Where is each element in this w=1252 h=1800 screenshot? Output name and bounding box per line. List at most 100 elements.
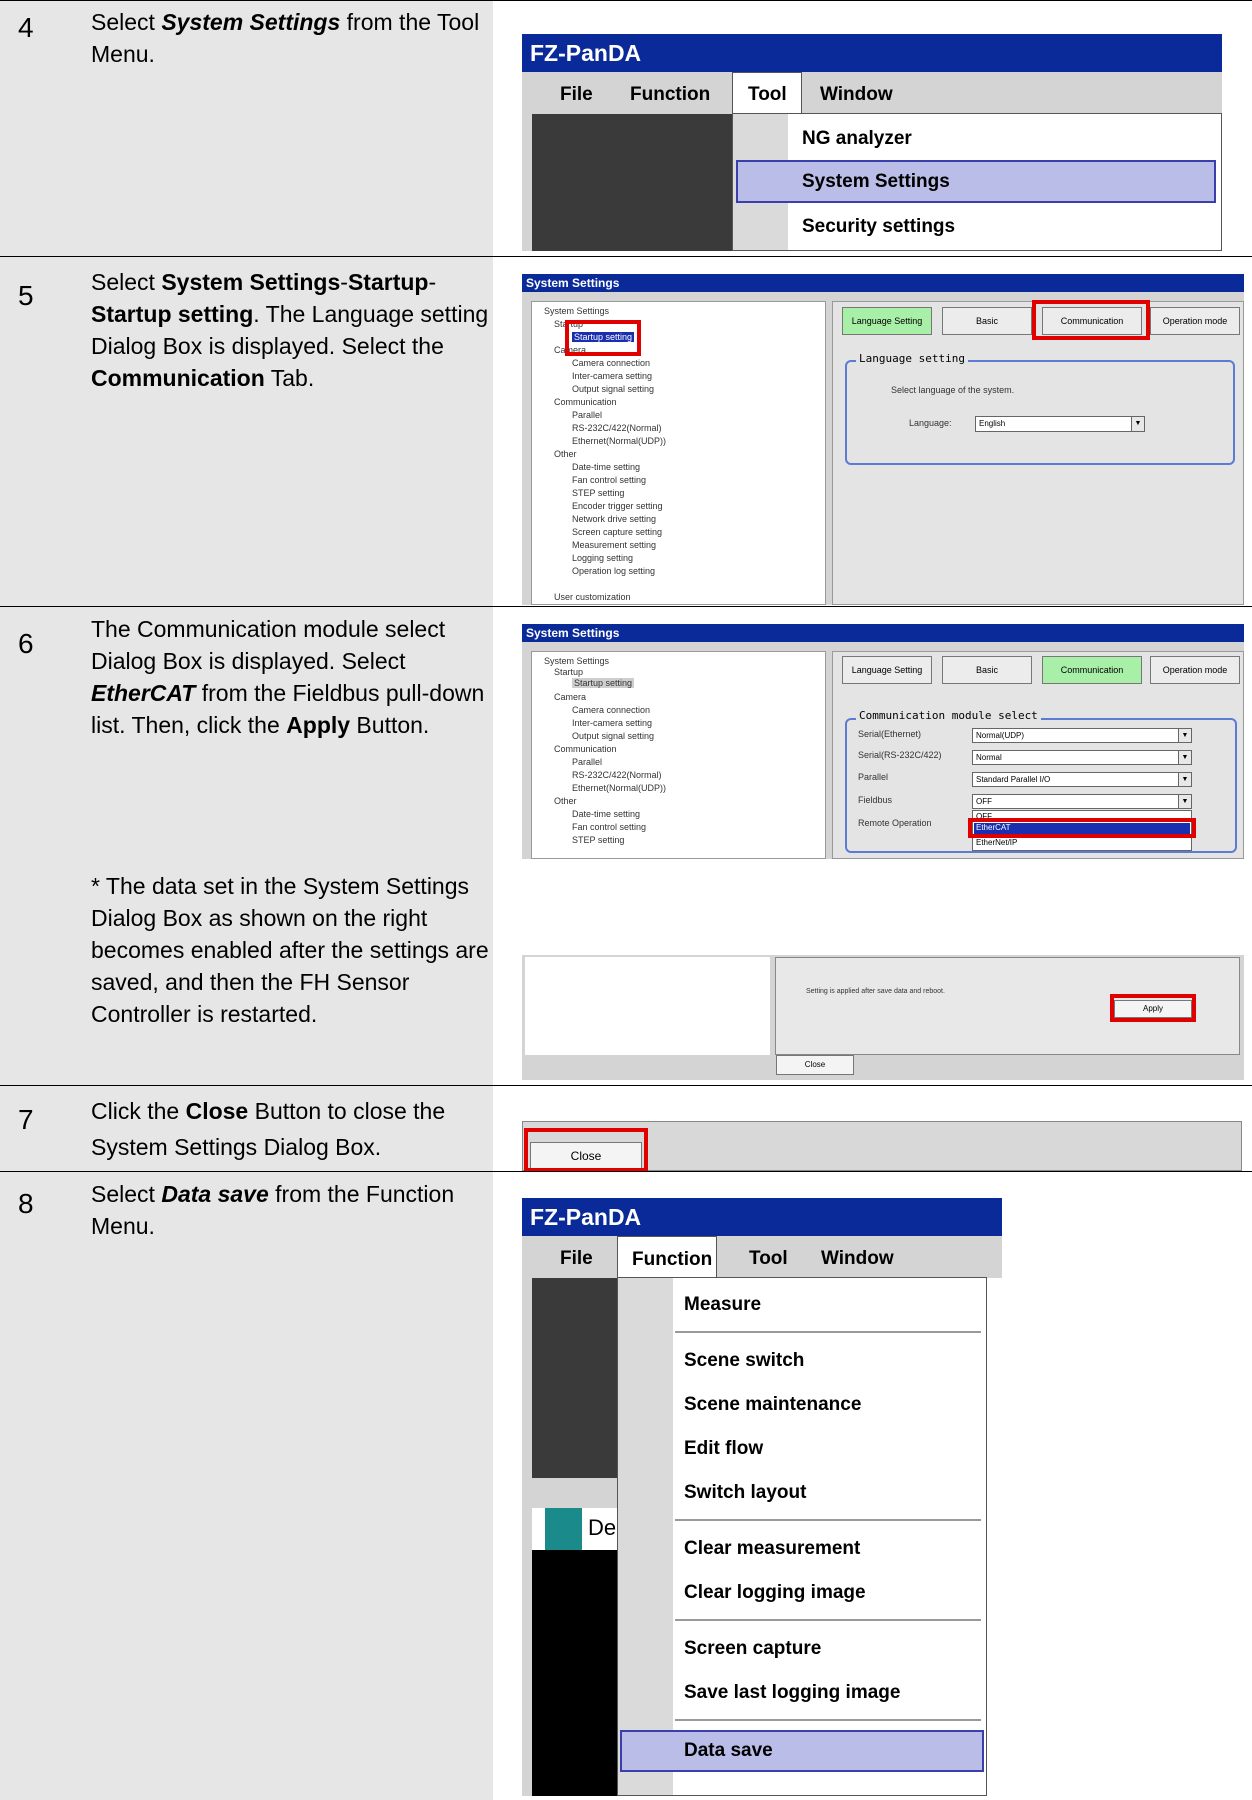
menu-item-screen-capture[interactable]: Screen capture [684,1638,821,1660]
step-6-note: * The data set in the System Settings Di… [91,873,489,1027]
language-groupbox [845,360,1235,465]
menu-item-system-settings[interactable]: System Settings [802,171,950,193]
menu-item-security-settings[interactable]: Security settings [802,216,955,238]
highlight-startup-setting [565,320,641,356]
tree-item[interactable]: User customization [554,592,631,602]
menu-tool-2[interactable]: Tool [749,1248,788,1270]
tree-item[interactable]: RS-232C/422(Normal) [572,770,662,780]
step-7-number: 7 [18,1104,34,1135]
tree-item[interactable]: Ethernet(Normal(UDP)) [572,783,666,793]
tree-item[interactable]: Output signal setting [572,384,654,394]
black-area [532,1550,617,1796]
tree-item[interactable]: Other [554,796,577,806]
menu-item-ng-analyzer[interactable]: NG analyzer [802,128,912,150]
serial-rs232-select[interactable]: Normal ▼ [972,750,1192,765]
menu-item-clear-measurement[interactable]: Clear measurement [684,1538,860,1560]
tree-item[interactable]: System Settings [544,656,609,666]
tree-item[interactable]: Inter-camera setting [572,371,652,381]
tree-item[interactable]: Network drive setting [572,514,656,524]
tree-item[interactable]: System Settings [544,306,609,316]
tree-item[interactable]: Logging setting [572,553,633,563]
app-workspace-2 [532,1278,617,1478]
highlight-communication-tab [1032,300,1150,340]
serial-ethernet-select[interactable]: Normal(UDP) ▼ [972,728,1192,743]
menu-item-data-save-highlight [620,1730,984,1772]
tree-item[interactable]: Parallel [572,757,602,767]
app-title: FZ-PanDA [530,40,642,66]
highlight-apply [1110,994,1196,1022]
app-title-bar: FZ-PanDA [522,34,1222,72]
comm-legend: Communication module select [856,709,1041,722]
menu-item-scene-switch[interactable]: Scene switch [684,1350,804,1372]
app-title-bar-2: FZ-PanDA [522,1198,1002,1236]
tree-item[interactable]: Parallel [572,410,602,420]
menu-item-data-save[interactable]: Data save [684,1740,773,1762]
tab-operation-mode[interactable]: Operation mode [1150,307,1240,335]
tab-basic[interactable]: Basic [942,307,1032,335]
tree-item[interactable]: Communication [554,744,617,754]
tree-item[interactable]: RS-232C/422(Normal) [572,423,662,433]
teal-block [545,1508,582,1550]
menu-item-measure[interactable]: Measure [684,1294,761,1316]
step-6-number: 6 [18,628,34,659]
menu-function-active-label[interactable]: Function [632,1249,712,1271]
tree-item[interactable]: STEP setting [572,835,624,845]
menu-item-edit-flow[interactable]: Edit flow [684,1438,763,1460]
tree-item[interactable]: Measurement setting [572,540,656,550]
tree-item[interactable]: Startup [554,667,583,677]
tree-item[interactable]: Output signal setting [572,731,654,741]
system-settings-title-bar-2: System Settings [522,624,1244,642]
tree-item[interactable]: Encoder trigger setting [572,501,663,511]
menubar-2: File Tool Window [522,1236,1002,1278]
step-5-instruction: Select System Settings-Startup-Startup s… [91,269,489,391]
tree-item[interactable]: Ethernet(Normal(UDP)) [572,436,666,446]
tree-item[interactable]: Other [554,449,577,459]
app-workspace [532,114,732,251]
tree-item[interactable]: Fan control setting [572,822,646,832]
step-7-instruction: Click the Close Button to close the Syst… [91,1098,446,1160]
tree-item[interactable]: Camera connection [572,705,650,715]
tab-operation-mode-2[interactable]: Operation mode [1150,656,1240,684]
menu-item-scene-maintenance[interactable]: Scene maintenance [684,1394,861,1416]
menu-window-2[interactable]: Window [821,1248,894,1270]
tree-item[interactable]: Communication [554,397,617,407]
tree-item[interactable]: Inter-camera setting [572,718,652,728]
language-select[interactable]: English ▼ [975,416,1145,432]
tab-communication-2[interactable]: Communication [1042,656,1142,684]
fieldbus-option[interactable]: EtherNet/IP [976,838,1017,847]
step-8-instruction: Select Data save from the Function Menu. [91,1181,455,1239]
tree-item[interactable]: Operation log setting [572,566,655,576]
close-button-small[interactable]: Close [776,1055,854,1075]
menu-function[interactable]: Function [630,84,710,106]
tab-basic-2[interactable]: Basic [942,656,1032,684]
step-5-number: 5 [18,280,34,311]
menu-file[interactable]: File [560,84,593,106]
apply-note: Setting is applied after save data and r… [806,988,945,995]
menu-item-switch-layout[interactable]: Switch layout [684,1482,806,1504]
partial-label: De [588,1515,617,1540]
step-6-instruction: The Communication module select Dialog B… [91,616,485,738]
parallel-select[interactable]: Standard Parallel I/O ▼ [972,772,1192,787]
step-4-number: 4 [18,12,34,43]
tree-item[interactable]: Date-time setting [572,809,640,819]
tree-item[interactable]: Fan control setting [572,475,646,485]
tree-item[interactable]: STEP setting [572,488,624,498]
menu-tool-active-label[interactable]: Tool [748,84,787,106]
tab-language-setting-2[interactable]: Language Setting [842,656,932,684]
tree-item[interactable]: Camera [554,692,586,702]
tree-item[interactable]: Camera connection [572,358,650,368]
tab-language-setting[interactable]: Language Setting [842,307,932,335]
fieldbus-select[interactable]: OFF ▼ [972,794,1192,809]
language-prompt: Select language of the system. [891,385,1015,395]
step-8-number: 8 [18,1188,34,1219]
comm-row-label: Fieldbus [858,795,893,805]
menu-item-save-last-logging-image[interactable]: Save last logging image [684,1682,900,1704]
tree-item[interactable]: Startup setting [572,678,635,688]
menu-item-clear-logging-image[interactable]: Clear logging image [684,1582,866,1604]
tree-item[interactable]: Date-time setting [572,462,640,472]
tree-item[interactable]: Screen capture setting [572,527,662,537]
menu-file-2[interactable]: File [560,1248,593,1270]
step-4-instruction: Select System Settings from the Tool Men… [91,9,480,67]
menu-window[interactable]: Window [820,84,893,106]
apply-left-panel [525,957,770,1055]
